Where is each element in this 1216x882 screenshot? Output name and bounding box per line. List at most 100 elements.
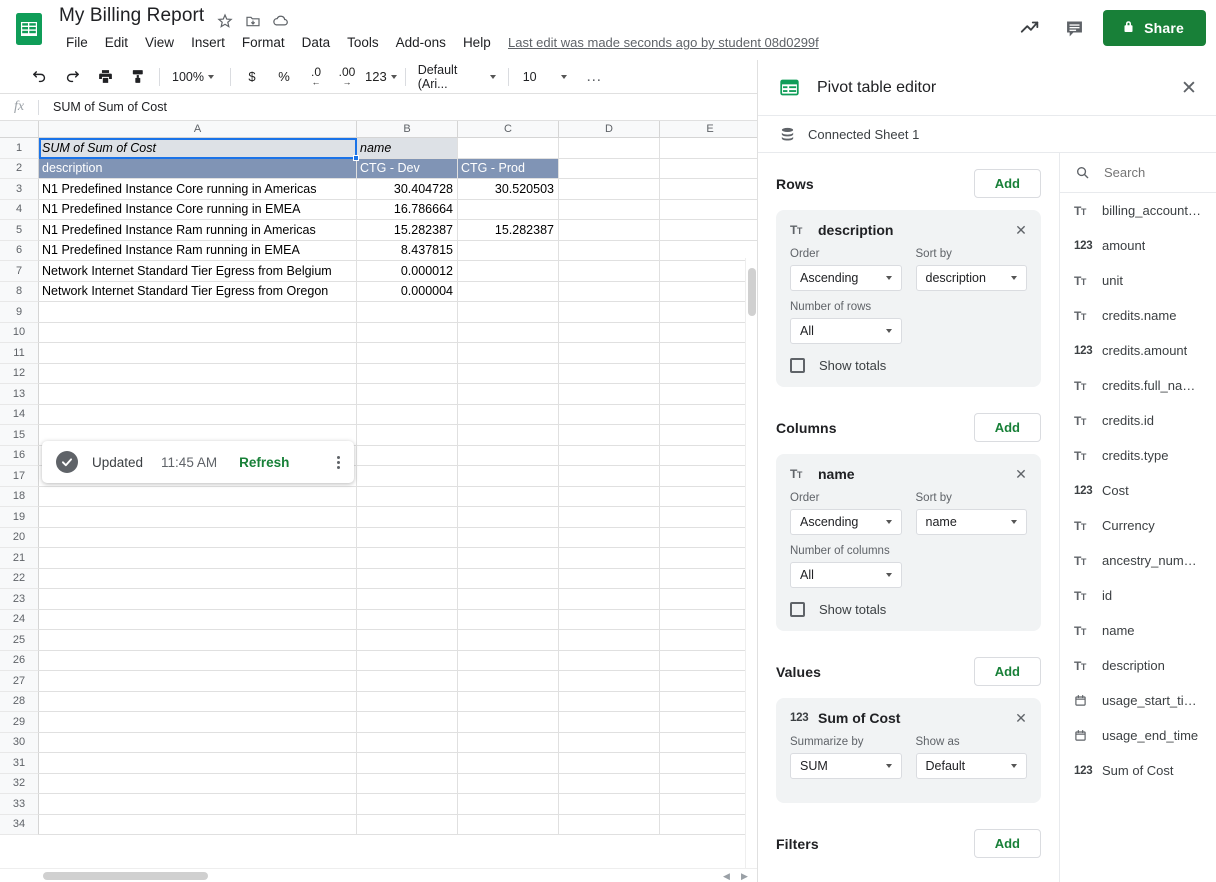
cell-B13[interactable]	[357, 384, 458, 405]
cell-E16[interactable]	[660, 445, 757, 466]
scroll-right-arrow-icon[interactable]: ▶	[740, 871, 749, 881]
cell-E2[interactable]	[660, 158, 757, 179]
cell-D20[interactable]	[559, 527, 660, 548]
cell-E32[interactable]	[660, 773, 757, 794]
cell-A25[interactable]	[39, 630, 357, 651]
cell-D7[interactable]	[559, 261, 660, 282]
cell-D11[interactable]	[559, 343, 660, 364]
row-header-5[interactable]: 5	[0, 220, 39, 241]
cell-A9[interactable]	[39, 302, 357, 323]
search-input[interactable]	[1102, 164, 1202, 181]
cell-A14[interactable]	[39, 404, 357, 425]
cell-B2[interactable]: CTG - Dev	[357, 158, 458, 179]
row-header-11[interactable]: 11	[0, 343, 39, 364]
cell-A26[interactable]	[39, 650, 357, 671]
comment-icon[interactable]	[1059, 13, 1089, 43]
cell-B14[interactable]	[357, 404, 458, 425]
cell-E3[interactable]	[660, 179, 757, 200]
row-header-16[interactable]: 16	[0, 445, 39, 466]
field-list-item[interactable]: TT description	[1060, 648, 1216, 683]
row-header-12[interactable]: 12	[0, 363, 39, 384]
cell-D6[interactable]	[559, 240, 660, 261]
cell-E5[interactable]	[660, 220, 757, 241]
more-formats-button[interactable]: 123	[365, 64, 397, 90]
field-list-item[interactable]: TT id	[1060, 578, 1216, 613]
undo-icon[interactable]	[26, 64, 52, 90]
cell-C4[interactable]	[458, 199, 559, 220]
column-header-b[interactable]: B	[357, 121, 458, 138]
cell-D33[interactable]	[559, 794, 660, 815]
menu-tools[interactable]: Tools	[347, 33, 388, 52]
cell-A27[interactable]	[39, 671, 357, 692]
field-list-item[interactable]: TT credits.name	[1060, 298, 1216, 333]
cell-E33[interactable]	[660, 794, 757, 815]
cell-A30[interactable]	[39, 732, 357, 753]
field-list-item[interactable]: 123 Cost	[1060, 473, 1216, 508]
cell-A23[interactable]	[39, 589, 357, 610]
cell-B4[interactable]: 16.786664	[357, 199, 458, 220]
field-list-item[interactable]: TT credits.id	[1060, 403, 1216, 438]
cell-C20[interactable]	[458, 527, 559, 548]
cell-E1[interactable]	[660, 138, 757, 159]
select-order[interactable]: Ascending	[790, 265, 902, 291]
cell-B23[interactable]	[357, 589, 458, 610]
cell-C19[interactable]	[458, 507, 559, 528]
cell-C25[interactable]	[458, 630, 559, 651]
cell-B16[interactable]	[357, 445, 458, 466]
cell-B31[interactable]	[357, 753, 458, 774]
cell-C28[interactable]	[458, 691, 559, 712]
horizontal-scrollbar[interactable]: ◀ ▶	[0, 868, 757, 882]
cell-B18[interactable]	[357, 486, 458, 507]
show-totals-checkbox[interactable]	[790, 602, 805, 617]
cell-D25[interactable]	[559, 630, 660, 651]
redo-icon[interactable]	[59, 64, 85, 90]
cell-E25[interactable]	[660, 630, 757, 651]
cell-A21[interactable]	[39, 548, 357, 569]
print-icon[interactable]	[92, 64, 118, 90]
cell-B22[interactable]	[357, 568, 458, 589]
cell-D13[interactable]	[559, 384, 660, 405]
column-header-c[interactable]: C	[458, 121, 559, 138]
menu-edit[interactable]: Edit	[105, 33, 137, 52]
cell-D31[interactable]	[559, 753, 660, 774]
cell-A28[interactable]	[39, 691, 357, 712]
cell-B33[interactable]	[357, 794, 458, 815]
cell-E20[interactable]	[660, 527, 757, 548]
cell-E28[interactable]	[660, 691, 757, 712]
activity-dashboard-icon[interactable]	[1015, 13, 1045, 43]
menu-file[interactable]: File	[66, 33, 97, 52]
cell-C7[interactable]	[458, 261, 559, 282]
decrease-decimal-button[interactable]: .0 ←	[303, 64, 329, 90]
cell-C12[interactable]	[458, 363, 559, 384]
cell-E7[interactable]	[660, 261, 757, 282]
menu-format[interactable]: Format	[242, 33, 294, 52]
row-header-14[interactable]: 14	[0, 404, 39, 425]
menu-help[interactable]: Help	[463, 33, 500, 52]
more-vert-icon[interactable]	[337, 455, 340, 469]
cell-D26[interactable]	[559, 650, 660, 671]
cell-B24[interactable]	[357, 609, 458, 630]
cell-D4[interactable]	[559, 199, 660, 220]
row-header-20[interactable]: 20	[0, 527, 39, 548]
refresh-button[interactable]: Refresh	[239, 455, 289, 470]
cell-C14[interactable]	[458, 404, 559, 425]
star-icon[interactable]	[216, 12, 233, 29]
cell-E12[interactable]	[660, 363, 757, 384]
cell-B8[interactable]: 0.000004	[357, 281, 458, 302]
move-to-folder-icon[interactable]	[244, 12, 261, 29]
row-header-15[interactable]: 15	[0, 425, 39, 446]
cell-C18[interactable]	[458, 486, 559, 507]
cell-B20[interactable]	[357, 527, 458, 548]
cell-B26[interactable]	[357, 650, 458, 671]
select-all-corner[interactable]	[0, 121, 39, 138]
field-list-item[interactable]: usage_start_ti…	[1060, 683, 1216, 718]
cell-A1[interactable]: SUM of Sum of Cost	[39, 138, 357, 159]
cell-E19[interactable]	[660, 507, 757, 528]
add-filters-button[interactable]: Add	[973, 829, 1041, 858]
select-order[interactable]: Ascending	[790, 509, 902, 535]
cell-D8[interactable]	[559, 281, 660, 302]
row-header-8[interactable]: 8	[0, 281, 39, 302]
menu-insert[interactable]: Insert	[191, 33, 234, 52]
cell-E8[interactable]	[660, 281, 757, 302]
cell-D19[interactable]	[559, 507, 660, 528]
